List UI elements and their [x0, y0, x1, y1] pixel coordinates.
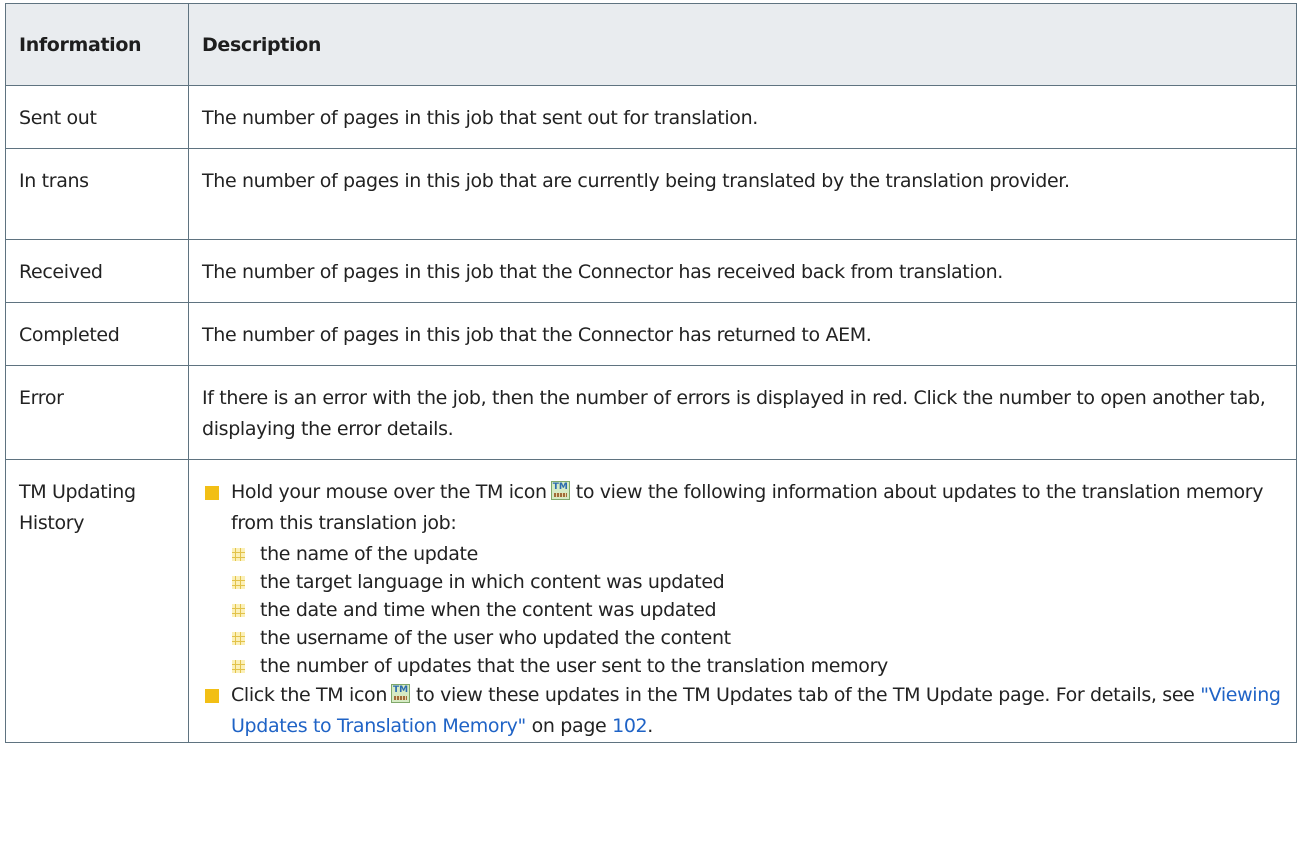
table-row: In trans The number of pages in this job… [5, 148, 1297, 240]
list-item: the number of updates that the user sent… [231, 652, 1283, 680]
hover-instruction-text: Hold your mouse over the TM icon [231, 481, 547, 503]
grid-bullet-icon [232, 604, 245, 617]
description-cell: The number of pages in this job that the… [188, 239, 1297, 303]
header-description: Description [188, 3, 1297, 86]
square-bullet-icon [205, 689, 219, 703]
table-row: Sent out The number of pages in this job… [5, 85, 1297, 149]
description-cell: The number of pages in this job that the… [188, 302, 1297, 366]
list-item: the date and time when the content was u… [231, 596, 1283, 624]
info-cell: Sent out [5, 85, 189, 149]
grid-bullet-icon [232, 632, 245, 645]
tm-icon: TM [391, 684, 411, 703]
description-cell: Hold your mouse over the TM icon TM to vie… [188, 459, 1297, 743]
header-information: Information [5, 3, 189, 86]
info-cell: Received [5, 239, 189, 303]
table-row: Error If there is an error with the job,… [5, 365, 1297, 460]
grid-bullet-icon [232, 660, 245, 673]
list-item: the username of the user who updated the… [231, 624, 1283, 652]
information-table: Information Description Sent out The num… [5, 3, 1297, 743]
description-cell: If there is an error with the job, then … [188, 365, 1297, 460]
info-cell: In trans [5, 148, 189, 240]
square-bullet-icon [205, 486, 219, 500]
header-row: Information Description [5, 3, 1297, 86]
click-instruction-text: Click the TM icon [231, 684, 388, 706]
list-item: the target language in which content was… [231, 568, 1283, 596]
table-row: Completed The number of pages in this jo… [5, 302, 1297, 366]
tm-icon: TM [550, 481, 570, 500]
description-cell: The number of pages in this job that sen… [188, 85, 1297, 149]
info-cell: Completed [5, 302, 189, 366]
list-item: Click the TM icon TM to view these updates… [202, 680, 1283, 742]
grid-bullet-icon [232, 548, 245, 561]
list-item: Hold your mouse over the TM icon TM to vie… [202, 477, 1283, 680]
description-cell: The number of pages in this job that are… [188, 148, 1297, 240]
bullet-list: Hold your mouse over the TM icon TM to vie… [202, 477, 1283, 742]
table-row: Received The number of pages in this job… [5, 239, 1297, 303]
info-cell: TM Updating History [5, 459, 189, 743]
grid-bullet-icon [232, 576, 245, 589]
list-item: the name of the update [231, 540, 1283, 568]
table-row-tm-history: TM Updating History Hold your mouse over… [5, 459, 1297, 743]
info-cell: Error [5, 365, 189, 460]
sub-bullet-list: the name of the update the target langua… [231, 540, 1283, 680]
page-number-link[interactable]: 102 [612, 715, 648, 737]
